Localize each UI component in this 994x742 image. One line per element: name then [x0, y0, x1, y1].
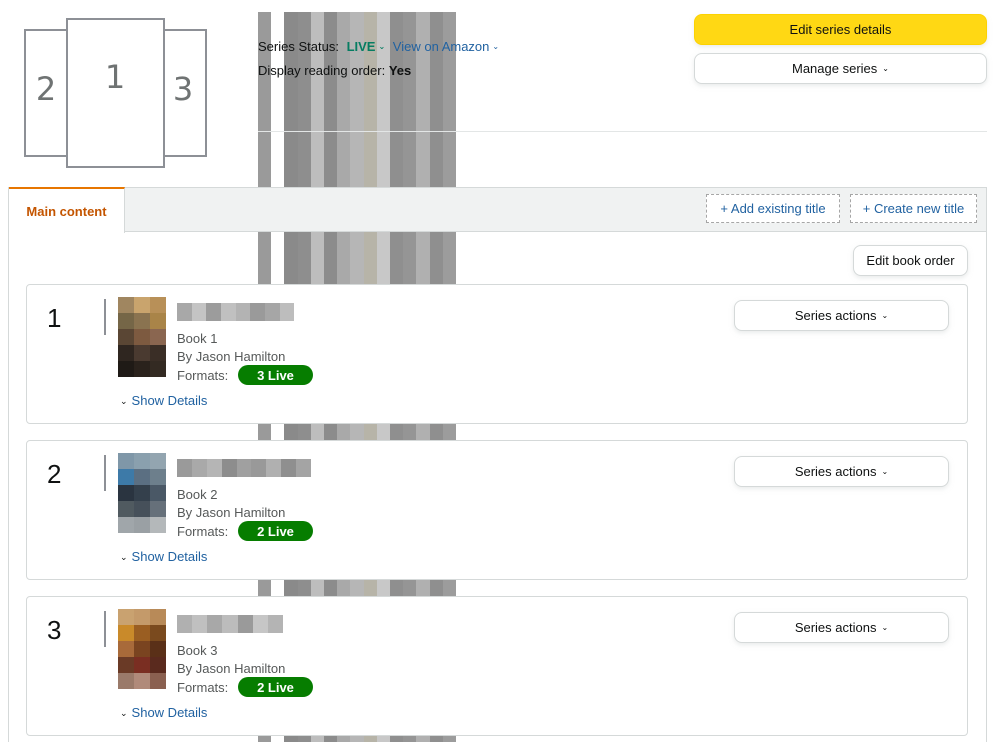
book-label: Book 3 — [177, 643, 218, 658]
edit-series-details-button[interactable]: Edit series details — [694, 14, 987, 45]
tab-bar: Main content + Add existing title + Crea… — [9, 187, 986, 233]
series-actions-button[interactable]: Series actions ⌄ — [734, 456, 949, 487]
series-status-value: LIVE — [346, 39, 376, 54]
edit-book-order-label: Edit book order — [866, 253, 955, 268]
series-actions-label: Series actions — [794, 308, 877, 323]
formats-label: Formats: — [177, 368, 229, 383]
add-existing-title-button[interactable]: + Add existing title — [706, 194, 840, 223]
chevron-down-icon: ⌄ — [120, 552, 128, 562]
formats-label: Formats: — [177, 524, 229, 539]
chevron-down-icon: ⌄ — [120, 708, 128, 718]
live-formats-badge[interactable]: 2 Live — [238, 677, 313, 697]
book-cover-image — [118, 609, 166, 689]
show-details-label: Show Details — [131, 393, 208, 408]
book-number: 2 — [47, 459, 62, 489]
series-status-line: Series Status: LIVE ⌄ View on Amazon ⌄ — [258, 39, 499, 54]
series-status-dropdown[interactable]: LIVE ⌄ — [347, 39, 386, 54]
create-new-title-button[interactable]: + Create new title — [850, 194, 977, 223]
chevron-down-icon: ⌄ — [882, 64, 889, 73]
view-on-amazon-label: View on Amazon — [392, 39, 490, 54]
chevron-down-icon: ⌄ — [881, 467, 889, 476]
divider — [104, 299, 106, 335]
series-actions-button[interactable]: Series actions ⌄ — [734, 300, 949, 331]
reading-order-label: Display reading order: — [258, 63, 386, 78]
book-card: 2 Book 2 By Jason Hamilton Formats: 2 Li… — [26, 440, 968, 580]
show-details-label: Show Details — [131, 549, 208, 564]
book-card: 3 Book 3 By Jason Hamilton Formats: 2 Li… — [26, 596, 968, 736]
logo-number-3: 3 — [173, 70, 193, 108]
reading-order-line: Display reading order: Yes — [258, 63, 411, 78]
formats-label: Formats: — [177, 680, 229, 695]
live-formats-badge[interactable]: 2 Live — [238, 521, 313, 541]
live-formats-badge[interactable]: 3 Live — [238, 365, 313, 385]
series-actions-label: Series actions — [794, 464, 877, 479]
manage-series-button[interactable]: Manage series ⌄ — [694, 53, 987, 84]
book-cover-image — [118, 453, 166, 533]
series-status-label: Series Status: — [258, 39, 339, 54]
tab-main-content[interactable]: Main content — [9, 187, 125, 233]
show-details-toggle[interactable]: ⌄ Show Details — [120, 393, 207, 408]
chevron-down-icon: ⌄ — [378, 42, 386, 51]
book-author: By Jason Hamilton — [177, 349, 286, 364]
book-title-redacted — [177, 459, 312, 477]
book-card: 1 Book 1 By Jason Hamilton Formats: 3 Li… — [26, 284, 968, 424]
divider — [104, 455, 106, 491]
logo-number-1: 1 — [105, 58, 125, 96]
edit-series-details-label: Edit series details — [789, 22, 892, 37]
book-title-redacted — [177, 615, 283, 633]
show-details-label: Show Details — [131, 705, 208, 720]
book-number: 3 — [47, 615, 62, 645]
book-title-redacted — [177, 303, 310, 321]
view-on-amazon-link[interactable]: View on Amazon ⌄ — [393, 39, 499, 54]
book-cover-image — [118, 297, 166, 377]
create-new-title-label: + Create new title — [862, 201, 965, 216]
tab-main-content-label: Main content — [26, 203, 107, 219]
logo-number-2: 2 — [36, 70, 56, 108]
series-actions-label: Series actions — [794, 620, 877, 635]
add-existing-title-label: + Add existing title — [720, 201, 826, 216]
divider — [104, 611, 106, 647]
book-label: Book 2 — [177, 487, 218, 502]
reading-order-value: Yes — [388, 63, 412, 78]
chevron-down-icon: ⌄ — [881, 311, 889, 320]
series-cover-placeholder-icon: 2 1 3 — [24, 18, 208, 170]
chevron-down-icon: ⌄ — [120, 396, 128, 406]
book-author: By Jason Hamilton — [177, 505, 286, 520]
chevron-down-icon: ⌄ — [881, 623, 889, 632]
series-actions-button[interactable]: Series actions ⌄ — [734, 612, 949, 643]
manage-series-label: Manage series — [792, 61, 878, 76]
book-author: By Jason Hamilton — [177, 661, 286, 676]
show-details-toggle[interactable]: ⌄ Show Details — [120, 705, 207, 720]
edit-book-order-button[interactable]: Edit book order — [853, 245, 968, 276]
book-label: Book 1 — [177, 331, 218, 346]
chevron-down-icon: ⌄ — [492, 42, 500, 51]
show-details-toggle[interactable]: ⌄ Show Details — [120, 549, 207, 564]
header-divider — [258, 131, 987, 132]
book-number: 1 — [47, 303, 62, 333]
